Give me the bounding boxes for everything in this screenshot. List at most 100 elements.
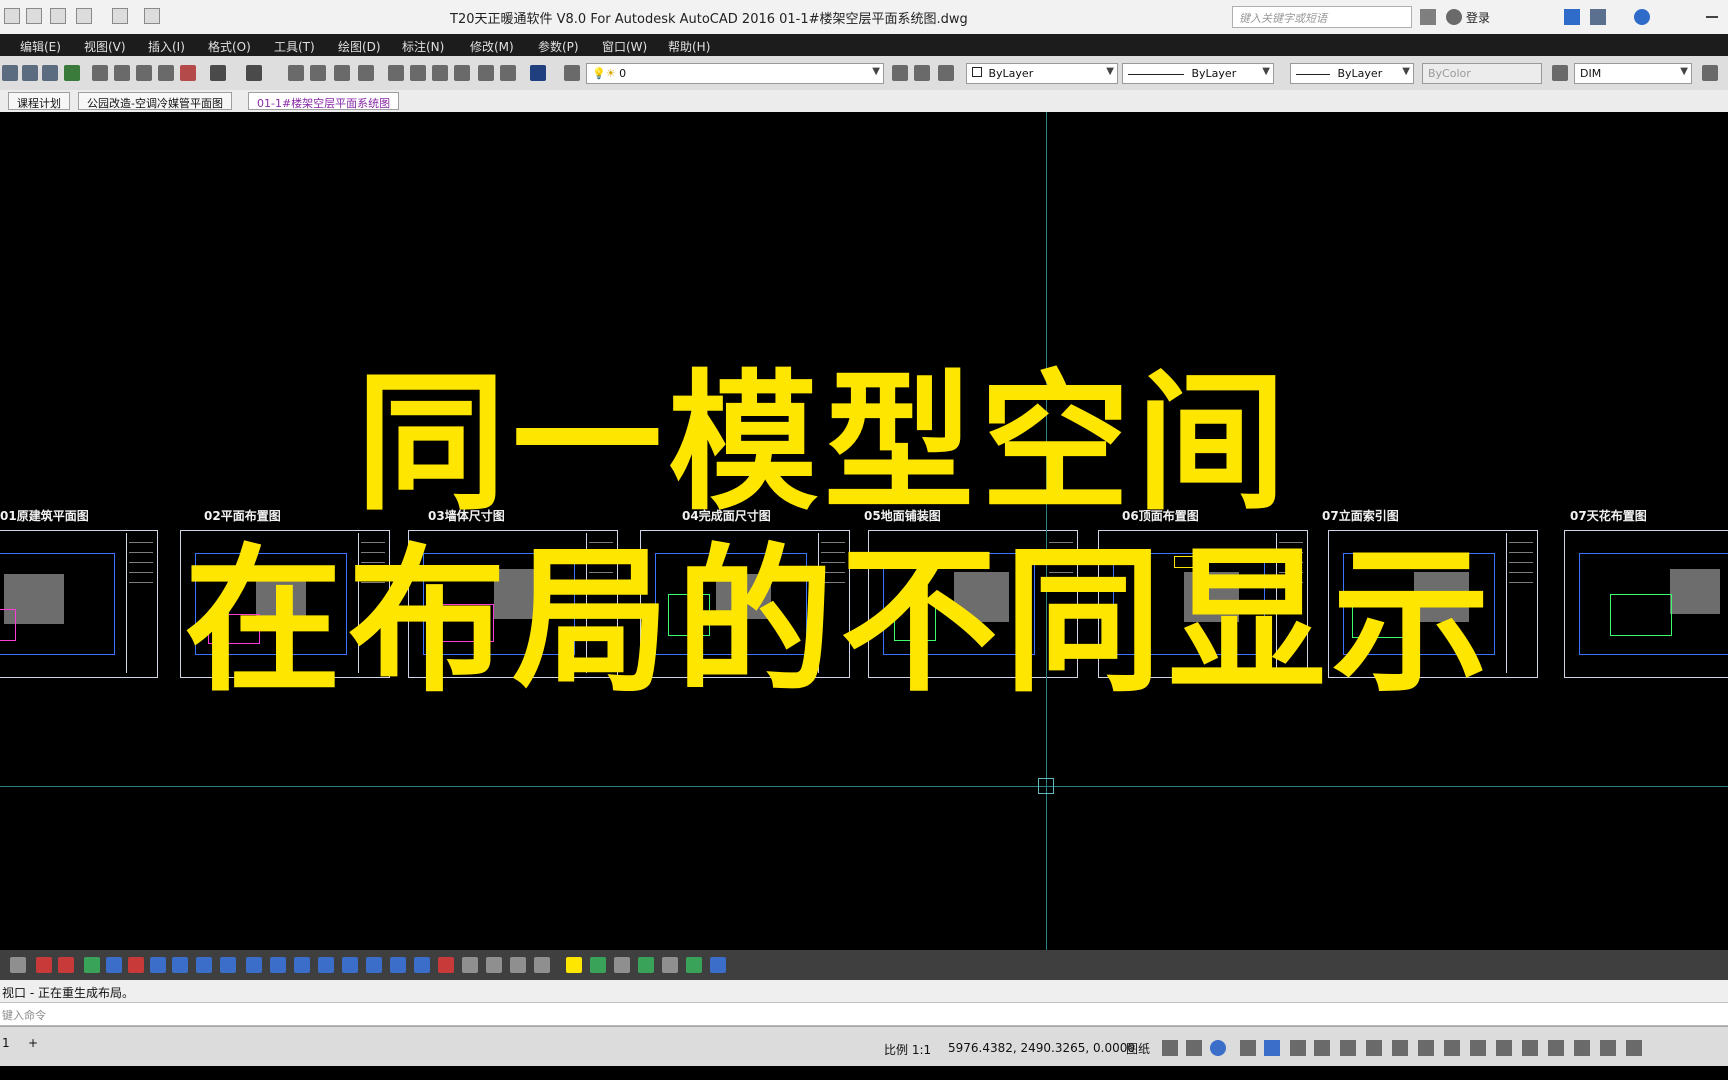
menu-edit[interactable]: 编辑(E) [20,38,61,55]
layout-sheet[interactable] [1564,530,1728,678]
new-icon[interactable] [2,65,18,81]
auto-scale-icon[interactable] [1392,1040,1408,1056]
snap-icon[interactable] [1162,1040,1178,1056]
units-icon[interactable] [1470,1040,1486,1056]
layer-previous-icon[interactable] [914,65,930,81]
paste-icon[interactable] [136,65,152,81]
palette-tool-icon[interactable] [84,957,100,973]
palette-tool-icon[interactable] [462,957,478,973]
palette-tool-icon[interactable] [150,957,166,973]
plotstyle-dropdown[interactable]: ByColor [1422,63,1542,84]
palette-tool-icon[interactable] [10,957,26,973]
palette-tool-icon[interactable] [686,957,702,973]
tab-park-renovation[interactable]: 公园改造-空调冷媒管平面图 [78,92,232,110]
palette-tool-icon[interactable] [36,957,52,973]
plot-icon[interactable] [64,65,80,81]
a360-icon[interactable] [1590,9,1606,25]
menu-draw[interactable]: 绘图(D) [338,38,381,55]
snap-tracking-icon[interactable] [1264,1040,1280,1056]
calculator-icon[interactable] [500,65,516,81]
layer-state-icon[interactable] [938,65,954,81]
layer-dropdown[interactable]: 💡☀ 0 ▼ [586,63,884,84]
palette-tool-icon[interactable] [662,957,678,973]
palette-tool-icon[interactable] [510,957,526,973]
tool-palettes-icon[interactable] [432,65,448,81]
binoculars-icon[interactable] [1420,9,1436,25]
make-current-layer-icon[interactable] [892,65,908,81]
palette-tool-icon[interactable] [590,957,606,973]
properties-icon[interactable] [388,65,404,81]
block-editor-icon[interactable] [180,65,196,81]
command-input[interactable]: 键入命令 [0,1003,1728,1026]
menu-window[interactable]: 窗口(W) [602,38,647,55]
palette-tool-icon[interactable] [128,957,144,973]
quick-access-dropdown-icon[interactable] [144,8,160,24]
customization-icon[interactable] [1626,1040,1642,1056]
cut-icon[interactable] [92,65,108,81]
layout-tab[interactable]: 1 [2,1036,10,1050]
markup-icon[interactable] [478,65,494,81]
layout-sheet[interactable] [0,530,158,678]
copy-icon[interactable] [114,65,130,81]
open-icon[interactable] [22,65,38,81]
design-center-icon[interactable] [410,65,426,81]
layer-properties-icon[interactable] [564,65,580,81]
minimize-icon[interactable] [1706,16,1718,18]
menu-parametric[interactable]: 参数(P) [538,38,579,55]
quick-properties-icon[interactable] [1496,1040,1512,1056]
palette-tool-icon[interactable] [294,957,310,973]
palette-tool-icon[interactable] [172,957,188,973]
annotation-visibility-icon[interactable] [1366,1040,1382,1056]
annotation-monitor-icon[interactable] [1444,1040,1460,1056]
ortho-icon[interactable] [1186,1040,1202,1056]
login-button[interactable]: 登录 [1466,9,1490,26]
palette-tool-icon[interactable] [638,957,654,973]
object-snap-icon[interactable] [1240,1040,1256,1056]
multileader-style-icon[interactable] [1702,65,1718,81]
help-icon[interactable] [530,65,546,81]
color-dropdown[interactable]: ByLayer ▼ [966,63,1118,84]
match-properties-icon[interactable] [158,65,174,81]
isolate-objects-icon[interactable] [1548,1040,1564,1056]
palette-tool-icon[interactable] [58,957,74,973]
redo-icon[interactable] [112,8,128,24]
palette-tool-icon[interactable] [366,957,382,973]
palette-tool-icon[interactable] [196,957,212,973]
lock-ui-icon[interactable] [1522,1040,1538,1056]
model-space-canvas[interactable]: 01原建筑平面图 02平面布置图 03墙体尺寸图 04完成面尺寸图 05地面铺装… [0,112,1728,950]
print-icon[interactable] [50,8,66,24]
palette-tool-icon[interactable] [342,957,358,973]
zoom-previous-icon[interactable] [358,65,374,81]
annotation-scale[interactable]: 比例 1:1 [884,1041,931,1058]
transparency-icon[interactable] [1314,1040,1330,1056]
palette-tool-icon[interactable] [710,957,726,973]
zoom-realtime-icon[interactable] [310,65,326,81]
selection-cycling-icon[interactable] [1340,1040,1356,1056]
exchange-apps-icon[interactable] [1564,9,1580,25]
undo-icon[interactable] [76,8,92,24]
undo-icon[interactable] [210,65,226,81]
tab-course-plan[interactable]: 课程计划 [8,92,70,110]
menu-tools[interactable]: 工具(T) [274,38,315,55]
save-icon[interactable] [4,8,20,24]
palette-tool-icon[interactable] [486,957,502,973]
paper-space-toggle[interactable]: 图纸 [1126,1040,1150,1057]
palette-tool-icon[interactable] [438,957,454,973]
menu-modify[interactable]: 修改(M) [470,38,514,55]
add-layout-button[interactable]: + [28,1036,38,1050]
menu-help[interactable]: 帮助(H) [668,38,710,55]
dimstyle-dropdown[interactable]: DIM ▼ [1574,63,1692,84]
search-input[interactable]: 键入关键字或短语 [1232,6,1412,28]
palette-tool-icon[interactable] [106,957,122,973]
menu-format[interactable]: 格式(O) [208,38,251,55]
save-as-icon[interactable] [26,8,42,24]
redo-icon[interactable] [246,65,262,81]
palette-tool-icon[interactable] [566,957,582,973]
lineweight-icon[interactable] [1290,1040,1306,1056]
palette-tool-icon[interactable] [220,957,236,973]
user-icon[interactable] [1446,9,1462,25]
palette-tool-icon[interactable] [318,957,334,973]
tab-active-drawing[interactable]: 01-1#楼架空层平面系统图 [248,92,400,110]
palette-tool-icon[interactable] [534,957,550,973]
dimension-style-icon[interactable] [1552,65,1568,81]
